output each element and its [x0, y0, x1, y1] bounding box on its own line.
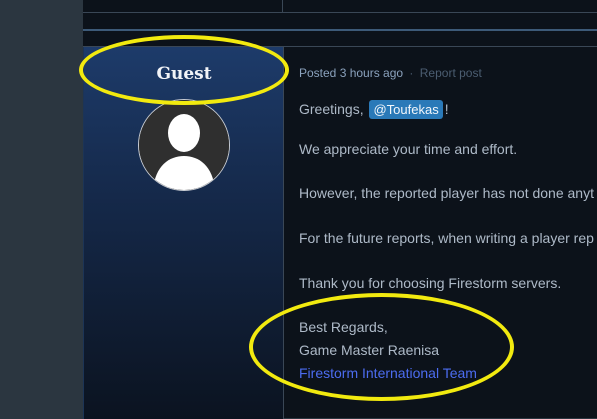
- post-meta: Posted 3 hours ago · Report post: [299, 66, 482, 80]
- signature-line-2: Game Master Raenisa: [299, 342, 440, 358]
- paragraph-3: For the future reports, when writing a p…: [299, 230, 594, 246]
- paragraph-1: We appreciate your time and effort.: [299, 141, 518, 157]
- post-body: Posted 3 hours ago · Report post Greetin…: [299, 47, 597, 419]
- team-link[interactable]: Firestorm International Team: [299, 365, 477, 381]
- greeting-end: !: [444, 101, 449, 117]
- signature-line-1: Best Regards,: [299, 319, 388, 335]
- paragraph-4: Thank you for choosing Firestorm servers…: [299, 275, 562, 291]
- author-panel: Guest: [83, 47, 284, 419]
- greeting-text: Greetings,: [299, 101, 364, 117]
- meta-separator: ·: [409, 66, 414, 80]
- previous-post-border: [83, 12, 597, 13]
- report-post-link[interactable]: Report post: [420, 66, 482, 80]
- avatar[interactable]: [138, 99, 230, 191]
- user-silhouette-icon: [139, 100, 229, 190]
- user-mention[interactable]: @Toufekas: [369, 100, 443, 119]
- paragraph-2: However, the reported player has not don…: [299, 185, 594, 201]
- left-gutter: [0, 0, 83, 418]
- author-name[interactable]: Guest: [84, 64, 284, 84]
- greeting-line: Greetings, @Toufekas!: [299, 100, 449, 119]
- posted-time[interactable]: Posted 3 hours ago: [299, 66, 403, 80]
- thread-container: Guest Posted 3 hours ago · Report post G…: [83, 0, 597, 419]
- post-separator: [83, 29, 597, 31]
- forum-post: Guest Posted 3 hours ago · Report post G…: [83, 46, 597, 419]
- previous-post-fragment: [83, 0, 597, 13]
